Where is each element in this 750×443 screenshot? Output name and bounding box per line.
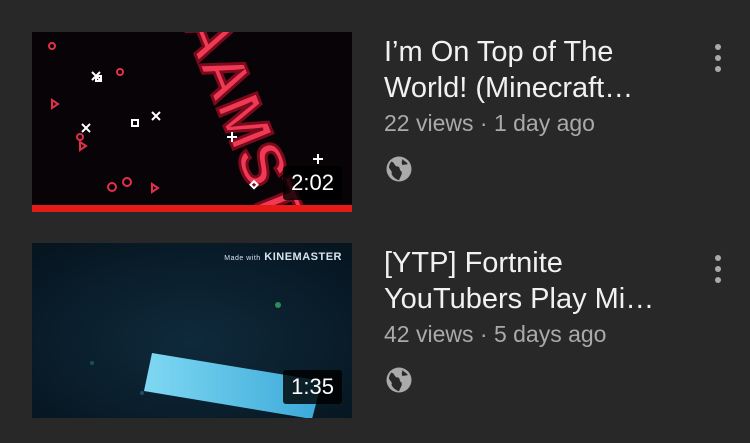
upload-age: 5 days ago — [493, 321, 607, 347]
video-title-line: YouTubers Play Mi… — [384, 283, 655, 315]
meta-separator: · — [479, 321, 488, 347]
view-count: 22 views — [384, 110, 474, 136]
video-item[interactable]: AAMSTA 2:02 I’m On Top of The World! (Mi… — [0, 32, 750, 232]
video-item[interactable]: Made with KINEMASTER 1:35 [YTP] Fortnite… — [0, 243, 750, 443]
dot — [715, 44, 721, 50]
dot — [715, 266, 721, 272]
video-title[interactable]: I’m On Top of The World! (Minecraft… — [384, 34, 674, 106]
video-title[interactable]: [YTP] Fortnite YouTubers Play Mi… — [384, 245, 674, 317]
kinemaster-watermark: Made with KINEMASTER — [224, 251, 342, 263]
video-duration: 2:02 — [283, 166, 342, 200]
dot — [715, 277, 721, 283]
view-count: 42 views — [384, 321, 474, 347]
globe-icon — [386, 156, 412, 182]
video-thumbnail[interactable]: AAMSTA 2:02 — [32, 32, 352, 212]
video-title-line: World! (Minecraft… — [384, 72, 634, 104]
dot — [715, 55, 721, 61]
video-title-line: [YTP] Fortnite — [384, 247, 563, 279]
globe-icon — [386, 367, 412, 393]
video-thumbnail[interactable]: Made with KINEMASTER 1:35 — [32, 243, 352, 418]
watermark-brand: KINEMASTER — [264, 251, 342, 263]
watermark-prefix: Made with — [224, 255, 261, 262]
meta-separator: · — [479, 110, 488, 136]
dot — [715, 255, 721, 261]
watch-progress-bar — [32, 205, 352, 212]
video-meta: 22 views · 1 day ago — [384, 110, 595, 137]
dot — [715, 66, 721, 72]
video-meta: 42 views · 5 days ago — [384, 321, 606, 348]
upload-age: 1 day ago — [493, 110, 595, 136]
more-options-button[interactable] — [704, 249, 732, 289]
video-duration: 1:35 — [283, 370, 342, 404]
video-title-line: I’m On Top of The — [384, 36, 614, 68]
more-options-button[interactable] — [704, 38, 732, 78]
